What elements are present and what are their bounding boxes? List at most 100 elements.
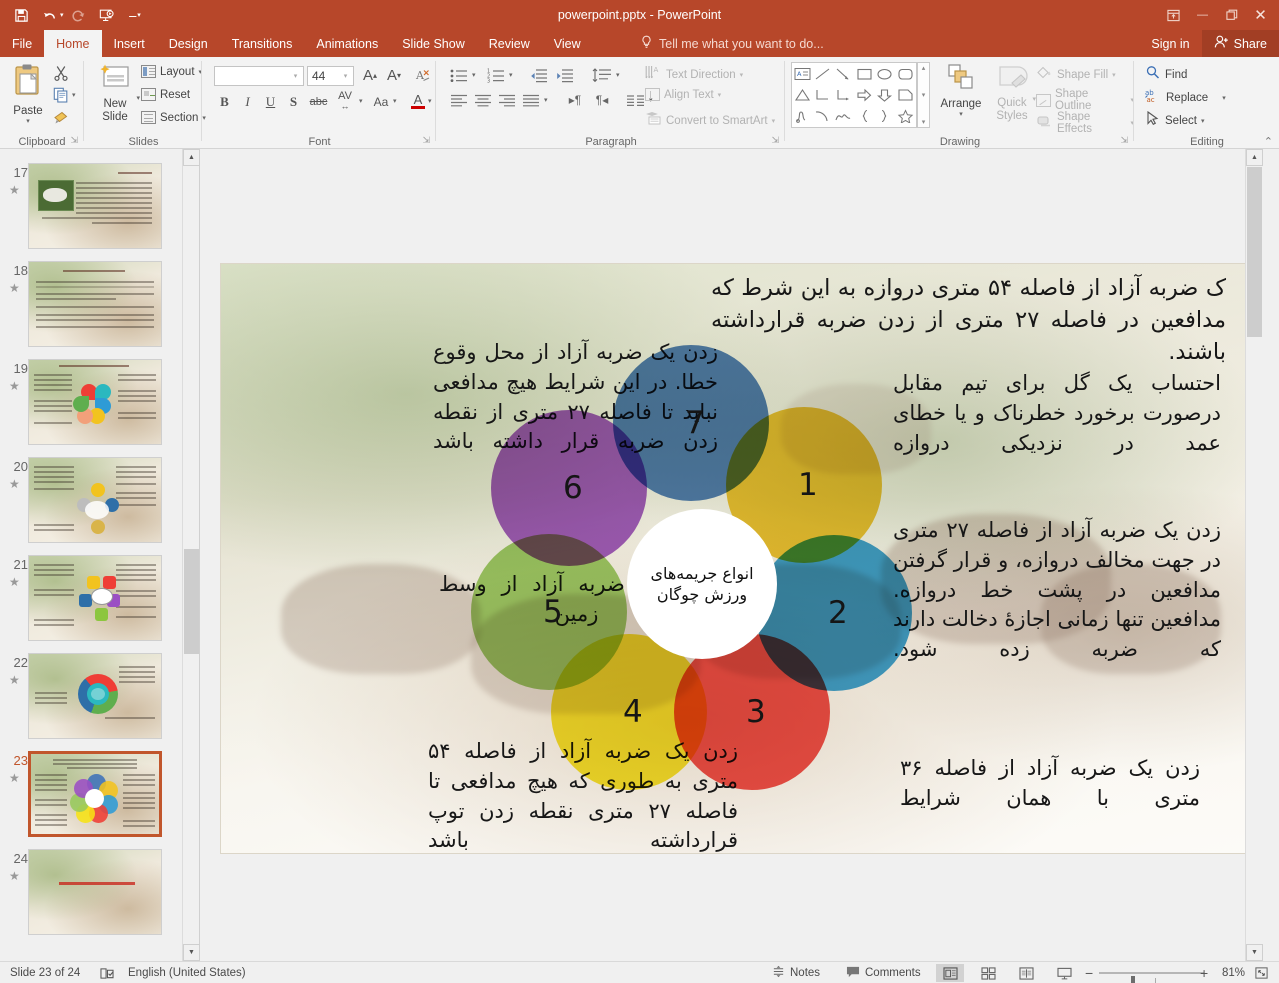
panel-scroll-down-icon[interactable]: ▼	[183, 944, 200, 961]
redo-icon[interactable]	[66, 2, 92, 28]
minimize-icon[interactable]: —	[1188, 0, 1217, 30]
tab-animations[interactable]: Animations	[304, 30, 390, 57]
shapes-scroll-up-icon[interactable]: ▴	[922, 64, 926, 72]
font-name-dropdown-icon[interactable]: ▾	[288, 72, 303, 80]
bold-button[interactable]: B	[214, 91, 235, 112]
ltr-text-direction-button[interactable]: ▸¶	[562, 90, 588, 110]
reset-button[interactable]: Reset	[141, 88, 190, 101]
panel-scroll-up-icon[interactable]: ▲	[183, 149, 200, 166]
thumbnail-slide-22[interactable]: 22 ★	[0, 651, 183, 749]
thumbnail-image[interactable]	[28, 653, 162, 739]
shapes-more-icon[interactable]: ▾	[922, 118, 926, 126]
editor-scroll-down-icon[interactable]: ▼	[1246, 944, 1263, 961]
italic-button[interactable]: I	[237, 91, 258, 112]
copy-dropdown-icon[interactable]: ▾	[72, 91, 76, 99]
collapse-ribbon-icon[interactable]: ⌃	[1264, 135, 1273, 148]
slide-text-right-bottom[interactable]: زدن یک ضربه آزاد از فاصله ۳۶ متری با هما…	[900, 754, 1200, 814]
find-button[interactable]: Find	[1145, 65, 1187, 84]
tab-view[interactable]: View	[542, 30, 593, 57]
paste-button[interactable]: Paste ▾	[6, 63, 50, 125]
character-spacing-button[interactable]: AV ↔	[332, 89, 358, 112]
slide-canvas[interactable]: ک ضربه آزاد از فاصله ۵۴ متری دروازه به ا…	[220, 263, 1249, 854]
thumbnail-image[interactable]	[28, 751, 162, 837]
oval-icon[interactable]	[875, 63, 896, 84]
proofing-icon[interactable]	[100, 962, 114, 983]
rectangle-icon[interactable]	[854, 63, 875, 84]
thumbnail-image[interactable]	[28, 261, 162, 347]
font-size-input[interactable]: 44 ▾	[307, 66, 354, 86]
arrange-dropdown-icon[interactable]: ▾	[959, 110, 963, 118]
left-brace-icon[interactable]	[854, 106, 875, 127]
right-arrow-icon[interactable]	[854, 84, 875, 105]
venn-center-label[interactable]: انواع جریمه‌های ورزش چوگان	[627, 509, 777, 659]
format-painter-button[interactable]	[50, 107, 72, 127]
curve-icon[interactable]	[833, 106, 854, 127]
tab-slide-show[interactable]: Slide Show	[390, 30, 477, 57]
shapes-scroll-down-icon[interactable]: ▾	[922, 91, 926, 99]
slide-indicator[interactable]: Slide 23 of 24	[10, 962, 80, 983]
numbering-dropdown-icon[interactable]: ▾	[509, 71, 513, 79]
arrange-button[interactable]: Arrange ▾	[936, 63, 986, 118]
undo-dropdown-icon[interactable]: ▾	[60, 11, 64, 19]
drawing-dialog-launcher[interactable]: ⇲	[1120, 135, 1128, 146]
slide-sorter-view-button[interactable]	[974, 964, 1002, 982]
thumbnail-image[interactable]	[28, 163, 162, 249]
increase-indent-button[interactable]	[553, 65, 577, 85]
tell-me-search[interactable]: Tell me what you want to do...	[640, 30, 824, 57]
font-dialog-launcher[interactable]: ⇲	[422, 135, 430, 146]
right-brace-icon[interactable]	[875, 106, 896, 127]
elbow-arrow-connector-icon[interactable]	[833, 84, 854, 105]
font-size-dropdown-icon[interactable]: ▾	[338, 72, 353, 80]
align-right-button[interactable]	[495, 90, 519, 110]
select-dropdown-icon[interactable]: ▾	[1201, 117, 1205, 125]
align-left-button[interactable]	[447, 90, 471, 110]
start-slideshow-icon[interactable]	[94, 2, 120, 28]
thumbnail-slide-19[interactable]: 19 ★	[0, 357, 183, 455]
bullets-button[interactable]	[447, 65, 471, 85]
tab-review[interactable]: Review	[477, 30, 542, 57]
copy-button[interactable]	[50, 85, 72, 105]
arc-icon[interactable]	[813, 106, 834, 127]
align-center-button[interactable]	[471, 90, 495, 110]
select-button[interactable]: Select ▾	[1145, 110, 1205, 130]
close-icon[interactable]: ✕	[1246, 0, 1275, 30]
clipboard-dialog-launcher[interactable]: ⇲	[70, 135, 78, 146]
clear-formatting-button[interactable]: A	[412, 65, 434, 86]
language-indicator[interactable]: English (United States)	[128, 962, 246, 983]
bullets-dropdown-icon[interactable]: ▾	[472, 71, 476, 79]
zoom-level-label[interactable]: 81%	[1222, 962, 1245, 983]
thumbnail-image[interactable]	[28, 457, 162, 543]
sign-in-button[interactable]: Sign in	[1139, 37, 1201, 51]
thumbnail-slide-18[interactable]: 18 ★	[0, 259, 183, 357]
thumbnail-image[interactable]	[28, 555, 162, 641]
restore-icon[interactable]	[1217, 0, 1246, 30]
undo-icon[interactable]	[36, 2, 62, 28]
rtl-text-direction-button[interactable]: ¶◂	[589, 90, 615, 110]
star-icon[interactable]	[895, 106, 916, 127]
font-size-value[interactable]: 44	[308, 69, 338, 83]
align-dropdown-icon[interactable]: ▾	[544, 96, 548, 104]
thumbnail-image[interactable]	[28, 849, 162, 935]
save-icon[interactable]	[8, 2, 34, 28]
zoom-in-button[interactable]: +	[1200, 962, 1208, 983]
paragraph-dialog-launcher[interactable]: ⇲	[771, 135, 779, 146]
down-arrow-icon[interactable]	[875, 84, 896, 105]
reading-view-button[interactable]	[1012, 964, 1040, 982]
arrow-icon[interactable]	[833, 63, 854, 84]
thumbnail-panel-scrollbar[interactable]: ▲ ▼	[182, 149, 200, 961]
tab-home[interactable]: Home	[44, 30, 102, 57]
share-button[interactable]: Share	[1201, 30, 1279, 57]
editor-scroll-up-icon[interactable]: ▲	[1246, 149, 1263, 166]
text-shadow-button[interactable]: S	[283, 91, 304, 112]
font-name-input[interactable]: ▾	[214, 66, 304, 86]
ribbon-display-options-icon[interactable]	[1159, 0, 1188, 30]
section-button[interactable]: Section ▾	[141, 111, 206, 124]
change-case-button[interactable]: Aa	[369, 91, 393, 112]
line-spacing-dropdown-icon[interactable]: ▾	[616, 71, 620, 79]
justify-button[interactable]	[519, 90, 543, 110]
scribble-icon[interactable]	[792, 106, 813, 127]
character-spacing-dropdown-icon[interactable]: ▾	[359, 97, 363, 105]
new-slide-dropdown-icon[interactable]: ▾	[136, 94, 140, 102]
thumbnail-image[interactable]	[28, 359, 162, 445]
flowchart-icon[interactable]	[895, 84, 916, 105]
